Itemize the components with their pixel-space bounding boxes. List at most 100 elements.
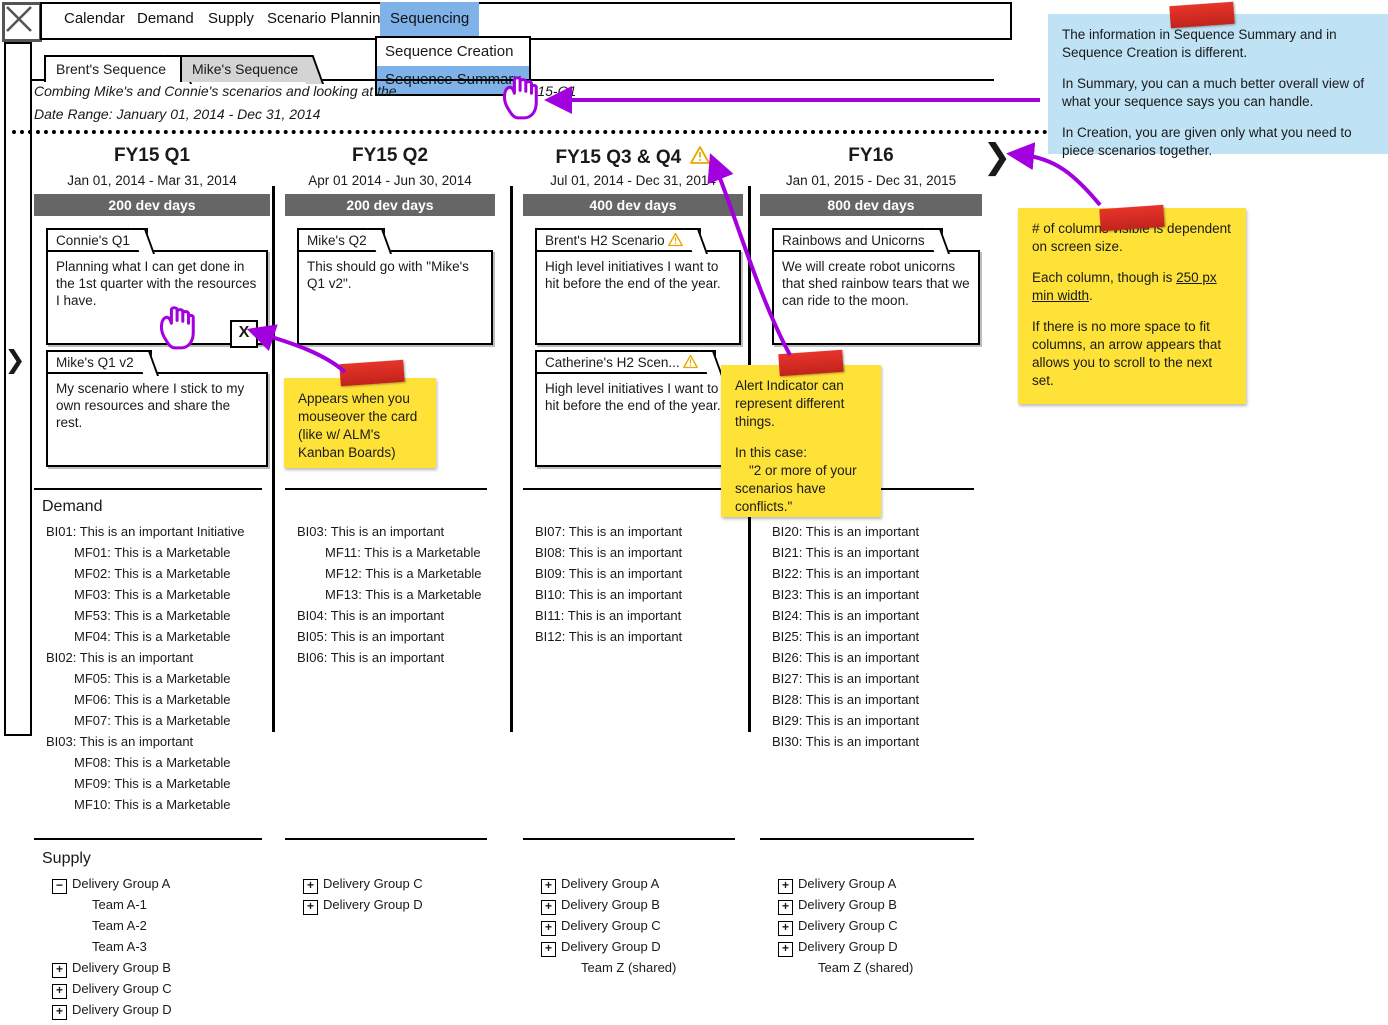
supply-section-rule — [34, 838, 262, 840]
supply-list-item[interactable]: +Delivery Group C — [303, 876, 423, 894]
scenario-card-body: My scenario where I stick to my own reso… — [46, 372, 268, 467]
demand-list-item[interactable]: MF11: This is a Marketable — [325, 545, 481, 560]
column-date-range: Jul 01, 2014 - Dec 31, 2014 — [523, 173, 743, 188]
scenario-card-title: Mike's Q2 — [307, 233, 367, 248]
scenario-card-body: High level initiatives I want to hit bef… — [535, 372, 741, 467]
scenario-card-title: Connie's Q1 — [56, 233, 130, 248]
demand-list-item[interactable]: BI20: This is an important — [772, 524, 919, 539]
expand-plus-icon[interactable]: + — [541, 879, 556, 894]
supply-list-item[interactable]: +Delivery Group D — [541, 939, 661, 957]
demand-list-item[interactable]: MF02: This is a Marketable — [74, 566, 231, 581]
supply-list-item[interactable]: Team A-2 — [92, 918, 147, 933]
demand-list-item[interactable]: MF53: This is a Marketable — [74, 608, 231, 623]
demand-list-item[interactable]: BI30: This is an important — [772, 734, 919, 749]
supply-list-item[interactable]: +Delivery Group A — [778, 876, 896, 894]
expand-plus-icon[interactable]: + — [541, 900, 556, 915]
supply-item-label: Team Z (shared) — [581, 960, 676, 975]
demand-list-item[interactable]: MF05: This is a Marketable — [74, 671, 231, 686]
demand-list-item[interactable]: BI26: This is an important — [772, 650, 919, 665]
demand-list-item[interactable]: MF13: This is a Marketable — [325, 587, 482, 602]
demand-list-item[interactable]: BI04: This is an important — [297, 608, 444, 623]
demand-list-item[interactable]: MF12: This is a Marketable — [325, 566, 482, 581]
warning-triangle-icon — [683, 354, 698, 369]
supply-list-item[interactable]: +Delivery Group A — [541, 876, 659, 894]
demand-heading: Demand — [42, 498, 102, 516]
supply-list-item[interactable]: Team Z (shared) — [818, 960, 913, 975]
demand-list-item[interactable]: BI11: This is an important — [535, 608, 681, 623]
supply-list-item[interactable]: +Delivery Group D — [52, 1002, 172, 1020]
expand-plus-icon[interactable]: + — [303, 879, 318, 894]
demand-list-item[interactable]: BI23: This is an important — [772, 587, 919, 602]
demand-list-item[interactable]: BI22: This is an important — [772, 566, 919, 581]
annotation-paragraph: Each column, though is 250 px min width. — [1032, 269, 1234, 305]
scenario-card[interactable]: Mike's Q2 This should go with "Mike's Q1 … — [297, 228, 493, 348]
card-close-button[interactable]: X — [230, 320, 258, 348]
demand-list-item[interactable]: BI03: This is an important — [297, 524, 444, 539]
demand-list-item[interactable]: MF04: This is a Marketable — [74, 629, 231, 644]
expand-plus-icon[interactable]: + — [52, 1005, 67, 1020]
demand-list-item[interactable]: BI09: This is an important — [535, 566, 682, 581]
scenario-card-tab: Catherine's H2 Scen... — [535, 350, 716, 372]
demand-list-item[interactable]: BI21: This is an important — [772, 545, 919, 560]
demand-list-item[interactable]: BI06: This is an important — [297, 650, 444, 665]
warning-triangle-icon — [690, 145, 710, 165]
supply-item-label: Team A-3 — [92, 939, 147, 954]
scenario-card[interactable]: Mike's Q1 v2My scenario where I stick to… — [46, 350, 268, 470]
expand-plus-icon[interactable]: + — [52, 963, 67, 978]
expand-plus-icon[interactable]: + — [303, 900, 318, 915]
annotation-note-columns: # of columns visible is dependent on scr… — [1018, 208, 1246, 404]
supply-list-item[interactable]: +Delivery Group C — [541, 918, 661, 936]
demand-list-item[interactable]: BI12: This is an important — [535, 629, 682, 644]
demand-list-item[interactable]: BI05: This is an important — [297, 629, 444, 644]
annotation-paragraph: In Creation, you are given only what you… — [1062, 124, 1376, 160]
scenario-card-body: This should go with "Mike's Q1 v2". — [297, 250, 493, 345]
demand-list-item[interactable]: BI29: This is an important — [772, 713, 919, 728]
supply-list-item[interactable]: +Delivery Group C — [52, 981, 172, 999]
expand-plus-icon[interactable]: + — [778, 942, 793, 957]
collapse-minus-icon[interactable]: − — [52, 879, 67, 894]
supply-list-item[interactable]: +Delivery Group B — [778, 897, 897, 915]
demand-list-item[interactable]: BI25: This is an important — [772, 629, 919, 644]
demand-list-item[interactable]: BI08: This is an important — [535, 545, 682, 560]
expand-plus-icon[interactable]: + — [52, 984, 67, 999]
annotation-paragraph: "2 or more of your scenarios have confli… — [735, 462, 869, 516]
expand-plus-icon[interactable]: + — [541, 921, 556, 936]
supply-item-label: Delivery Group A — [72, 876, 170, 891]
demand-list-item[interactable]: BI28: This is an important — [772, 692, 919, 707]
expand-plus-icon[interactable]: + — [541, 942, 556, 957]
demand-list-item[interactable]: MF08: This is a Marketable — [74, 755, 231, 770]
supply-list-item[interactable]: + Delivery Group D — [303, 897, 423, 915]
demand-list-item[interactable]: MF06: This is a Marketable — [74, 692, 231, 707]
supply-list-item[interactable]: +Delivery Group D — [778, 939, 898, 957]
supply-item-label: Delivery Group D — [323, 897, 423, 912]
supply-list-item[interactable]: +Delivery Group C — [778, 918, 898, 936]
supply-section-rule — [523, 838, 735, 840]
demand-list-item[interactable]: MF07: This is a Marketable — [74, 713, 231, 728]
demand-list-item[interactable]: BI02: This is an important — [46, 650, 193, 665]
supply-list-item[interactable]: +Delivery Group B — [541, 897, 660, 915]
demand-list-item[interactable]: MF01: This is a Marketable — [74, 545, 231, 560]
expand-plus-icon[interactable]: + — [778, 879, 793, 894]
supply-list-item[interactable]: Team A-3 — [92, 939, 147, 954]
scenario-card[interactable]: Catherine's H2 Scen... High level initia… — [535, 350, 741, 470]
demand-list-item[interactable]: BI24: This is an important — [772, 608, 919, 623]
demand-list-item[interactable]: BI07: This is an important — [535, 524, 682, 539]
supply-list-item[interactable]: −Delivery Group A — [52, 876, 170, 894]
expand-plus-icon[interactable]: + — [778, 921, 793, 936]
scenario-card[interactable]: Rainbows and UnicornsWe will create robo… — [772, 228, 980, 348]
supply-list-item[interactable]: +Delivery Group B — [52, 960, 171, 978]
demand-list-item[interactable]: MF10: This is a Marketable — [74, 797, 231, 812]
demand-list-item[interactable]: BI10: This is an important — [535, 587, 682, 602]
demand-list-item[interactable]: MF09: This is a Marketable — [74, 776, 231, 791]
demand-list-item[interactable]: BI03: This is an important — [46, 734, 193, 749]
supply-list-item[interactable]: Team Z (shared) — [581, 960, 676, 975]
demand-list-item[interactable]: MF03: This is a Marketable — [74, 587, 231, 602]
demand-list-item[interactable]: BI27: This is an important — [772, 671, 919, 686]
column-capacity-bar: 400 dev days — [523, 194, 743, 216]
scroll-next-columns-arrow[interactable]: ❯ — [980, 140, 1014, 174]
demand-list-item[interactable]: BI01: This is an important Initiative — [46, 524, 244, 539]
expand-plus-icon[interactable]: + — [778, 900, 793, 915]
tape-strip-icon — [1169, 2, 1234, 28]
supply-list-item[interactable]: Team A-1 — [92, 897, 147, 912]
scenario-card[interactable]: Brent's H2 Scenario High level initiativ… — [535, 228, 741, 348]
